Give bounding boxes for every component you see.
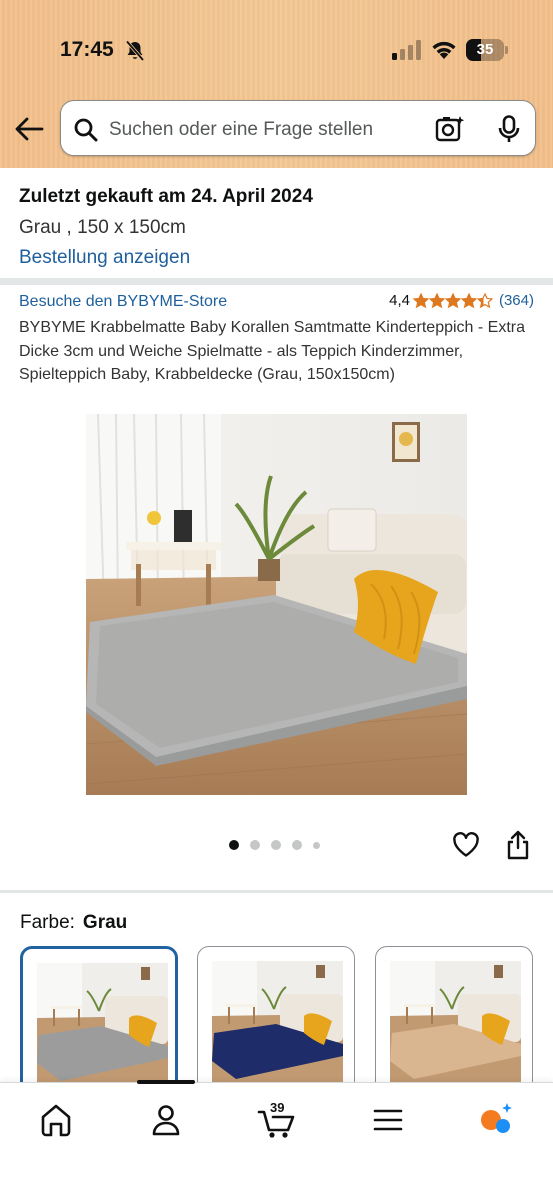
color-selected-value: Grau	[82, 912, 128, 933]
heart-icon[interactable]	[452, 831, 480, 859]
product-title: BYBYME Krabbelmatte Baby Korallen Samtma…	[19, 319, 526, 383]
rating-value: 4,4	[389, 292, 410, 309]
color-swatch-grey[interactable]	[20, 946, 178, 1096]
pagination-dot[interactable]	[313, 841, 320, 849]
swatch-thumbnail	[37, 963, 168, 1085]
search-bar[interactable]: Suchen oder eine Frage stellen	[60, 100, 536, 156]
color-swatch-navy[interactable]	[197, 946, 355, 1096]
back-arrow-icon[interactable]	[14, 116, 44, 142]
pagination-dot[interactable]	[250, 840, 260, 850]
store-link[interactable]: Besuche den BYBYME-Store	[19, 293, 227, 311]
menu-icon[interactable]	[368, 1100, 408, 1140]
last-purchase-title: Zuletzt gekauft am 24. April 2024	[19, 186, 313, 207]
rating-stars	[412, 292, 493, 309]
star-icon	[460, 292, 477, 308]
battery-percent: 35	[476, 41, 494, 58]
star-icon	[428, 292, 445, 308]
mic-icon[interactable]	[497, 115, 521, 143]
product-image[interactable]	[86, 414, 467, 795]
pagination-dot[interactable]	[229, 840, 239, 850]
star-icon	[412, 292, 429, 308]
pagination-dot[interactable]	[292, 840, 302, 850]
section-divider	[0, 890, 553, 893]
last-purchase-info: Zuletzt gekauft am 24. April 2024 Grau ,…	[19, 186, 539, 269]
rating-count[interactable]: (364)	[499, 292, 534, 309]
image-pagination[interactable]	[229, 840, 320, 850]
star-icon	[444, 292, 461, 308]
status-bar: 17:45 35	[0, 0, 553, 96]
status-time: 17:45	[60, 38, 114, 61]
swatch-thumbnail	[390, 961, 521, 1083]
color-label: Farbe: Grau	[20, 912, 127, 934]
battery-icon: 35	[466, 39, 508, 61]
active-tab-indicator	[137, 1080, 195, 1084]
pagination-dot[interactable]	[271, 840, 281, 850]
search-icon	[74, 118, 98, 142]
account-icon[interactable]	[146, 1100, 186, 1140]
cart-count: 39	[270, 1100, 285, 1115]
camera-icon[interactable]	[435, 115, 465, 143]
last-purchase-variant: Grau , 150 x 150cm	[19, 217, 186, 238]
section-divider	[0, 278, 553, 285]
header: 17:45 35 Suchen oder eine Frage stellen	[0, 0, 553, 168]
swatch-thumbnail	[212, 961, 343, 1083]
bell-slash-icon	[125, 40, 145, 62]
color-label-text: Farbe:	[20, 912, 75, 933]
wifi-icon	[432, 41, 456, 59]
home-icon[interactable]	[36, 1100, 76, 1140]
rating[interactable]: 4,4 (364)	[389, 292, 534, 309]
view-order-link[interactable]: Bestellung anzeigen	[19, 247, 539, 269]
share-icon[interactable]	[506, 830, 530, 860]
search-input[interactable]: Suchen oder eine Frage stellen	[109, 119, 373, 141]
star-icon	[476, 292, 493, 308]
signal-icon	[392, 40, 421, 60]
color-swatch-beige[interactable]	[375, 946, 533, 1096]
rufus-icon[interactable]	[476, 1100, 516, 1140]
